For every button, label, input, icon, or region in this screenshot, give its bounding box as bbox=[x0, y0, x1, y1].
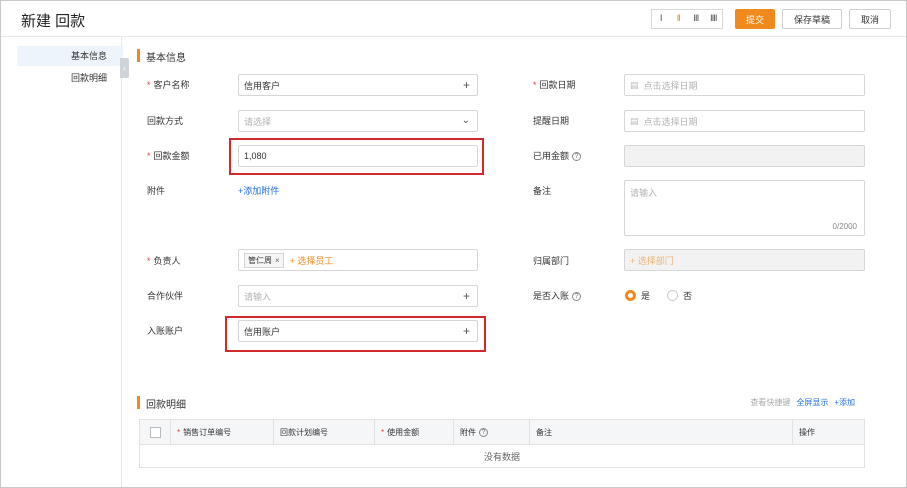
page-title: 新建 回款 bbox=[21, 13, 86, 30]
customer-input[interactable]: 信用客户 + bbox=[238, 74, 478, 96]
payment-date-placeholder: 点击选择日期 bbox=[643, 80, 698, 91]
owner-tag-label: 管仁周 bbox=[248, 255, 272, 265]
column-header-plan-number: 回款计划编号 bbox=[274, 420, 375, 445]
remark-label: 备注 bbox=[533, 186, 552, 196]
partner-label: 合作伙伴 bbox=[147, 291, 184, 301]
used-amount-label: 已用金额? bbox=[533, 150, 582, 162]
section-marker bbox=[137, 396, 140, 409]
section-title-payment-details: 回款明细 bbox=[146, 400, 186, 411]
posted-no-radio[interactable]: 否 bbox=[667, 289, 692, 302]
required-mark: * bbox=[177, 428, 181, 437]
radio-unchecked-icon bbox=[667, 290, 678, 301]
sidebar-item-basic-info[interactable]: 基本信息 bbox=[17, 46, 123, 66]
table-empty-state: 没有数据 bbox=[483, 452, 520, 462]
question-circle-icon[interactable]: ? bbox=[479, 428, 488, 438]
save-draft-button[interactable]: 保存草稿 bbox=[782, 9, 842, 29]
posted-yes-radio[interactable]: 是 bbox=[625, 289, 650, 302]
add-row-link[interactable]: +添加 bbox=[834, 397, 855, 408]
plus-icon[interactable]: + bbox=[463, 78, 470, 92]
partner-placeholder: 请输入 bbox=[244, 291, 272, 302]
payment-date-label: * 回款日期 bbox=[533, 80, 576, 90]
select-employee-link[interactable]: + 选择员工 bbox=[290, 254, 334, 267]
radio-checked-icon bbox=[625, 290, 636, 301]
required-mark: * bbox=[147, 151, 151, 161]
required-mark: * bbox=[147, 256, 151, 266]
owner-label: * 负责人 bbox=[147, 256, 181, 266]
view-shortcuts-link[interactable]: 查看快捷键 bbox=[750, 397, 790, 408]
reminder-date-placeholder: 点击选择日期 bbox=[643, 116, 698, 127]
payment-method-label: 回款方式 bbox=[147, 116, 184, 126]
column-layout-toggle: I II III IIII bbox=[651, 9, 723, 29]
chevron-down-icon: ⌄ bbox=[461, 115, 470, 126]
partner-input[interactable]: 请输入 + bbox=[238, 285, 478, 307]
sidebar-collapse-handle[interactable]: ‹ bbox=[120, 58, 129, 78]
fullscreen-link[interactable]: 全屏显示 bbox=[796, 397, 828, 408]
amount-label: * 回款金额 bbox=[147, 151, 190, 161]
column-header-attachment: 附件? bbox=[454, 420, 530, 445]
select-department-link: + 选择部门 bbox=[630, 255, 674, 266]
column-header-remark: 备注 bbox=[530, 420, 793, 445]
customer-value: 信用客户 bbox=[244, 80, 281, 91]
submit-button[interactable]: 提交 bbox=[735, 9, 775, 29]
column-header-sales-order: * 销售订单编号 bbox=[171, 420, 274, 445]
select-all-cell bbox=[140, 420, 171, 445]
section-nav-sidebar: 基本信息 回款明细 bbox=[1, 37, 123, 487]
cancel-button[interactable]: 取消 bbox=[849, 9, 891, 29]
layout-3-column[interactable]: III bbox=[687, 10, 705, 28]
select-all-checkbox[interactable] bbox=[150, 427, 161, 438]
payment-date-picker[interactable]: ▤ 点击选择日期 bbox=[624, 74, 865, 96]
question-circle-icon[interactable]: ? bbox=[572, 152, 582, 162]
calendar-icon: ▤ bbox=[630, 79, 639, 90]
payment-method-select[interactable]: 请选择 ⌄ bbox=[238, 110, 478, 132]
remark-char-counter: 0/2000 bbox=[832, 222, 857, 231]
department-label: 归属部门 bbox=[533, 256, 570, 266]
layout-2-column[interactable]: II bbox=[670, 10, 688, 28]
section-title-basic-info: 基本信息 bbox=[146, 53, 186, 64]
add-attachment-link[interactable]: +添加附件 bbox=[238, 185, 279, 197]
sidebar-item-payment-details[interactable]: 回款明细 bbox=[17, 68, 123, 88]
layout-4-column[interactable]: IIII bbox=[705, 10, 723, 28]
owner-tag: 管仁周 × bbox=[244, 252, 284, 268]
close-icon[interactable]: × bbox=[275, 256, 280, 265]
posted-label: 是否入账? bbox=[533, 290, 582, 302]
reminder-date-picker[interactable]: ▤ 点击选择日期 bbox=[624, 110, 865, 132]
calendar-icon: ▤ bbox=[630, 115, 639, 126]
customer-label: * 客户名称 bbox=[147, 80, 190, 90]
required-mark: * bbox=[381, 428, 385, 437]
column-header-used-amount: * 使用金额 bbox=[375, 420, 454, 445]
owner-selector[interactable]: 管仁周 × + 选择员工 bbox=[238, 249, 478, 271]
account-label: 入账账户 bbox=[147, 326, 184, 336]
required-mark: * bbox=[533, 80, 537, 90]
remark-textarea[interactable]: 请输入 0/2000 bbox=[624, 180, 865, 236]
layout-1-column[interactable]: I bbox=[652, 10, 670, 28]
plus-icon[interactable]: + bbox=[463, 289, 470, 303]
required-mark: * bbox=[147, 80, 151, 90]
payment-details-table: * 销售订单编号 回款计划编号 * 使用金额 附件? 备注 操作 没有数据 bbox=[139, 419, 865, 468]
highlight-box-amount bbox=[229, 138, 484, 175]
remark-placeholder: 请输入 bbox=[630, 188, 658, 198]
table-actions: 查看快捷键 全屏显示 +添加 bbox=[750, 397, 855, 408]
reminder-date-label: 提醒日期 bbox=[533, 116, 570, 126]
page-header: 新建 回款 I II III IIII 提交 保存草稿 取消 bbox=[1, 1, 906, 37]
section-marker bbox=[137, 49, 140, 62]
table-header: * 销售订单编号 回款计划编号 * 使用金额 附件? 备注 操作 bbox=[140, 420, 864, 445]
payment-method-placeholder: 请选择 bbox=[244, 116, 272, 127]
chevron-left-icon: ‹ bbox=[123, 63, 126, 73]
department-selector: + 选择部门 bbox=[624, 249, 865, 271]
attachment-label: 附件 bbox=[147, 186, 166, 196]
highlight-box-account bbox=[225, 316, 486, 352]
question-circle-icon[interactable]: ? bbox=[572, 292, 582, 302]
column-header-actions: 操作 bbox=[799, 428, 815, 437]
used-amount-field bbox=[624, 145, 865, 167]
